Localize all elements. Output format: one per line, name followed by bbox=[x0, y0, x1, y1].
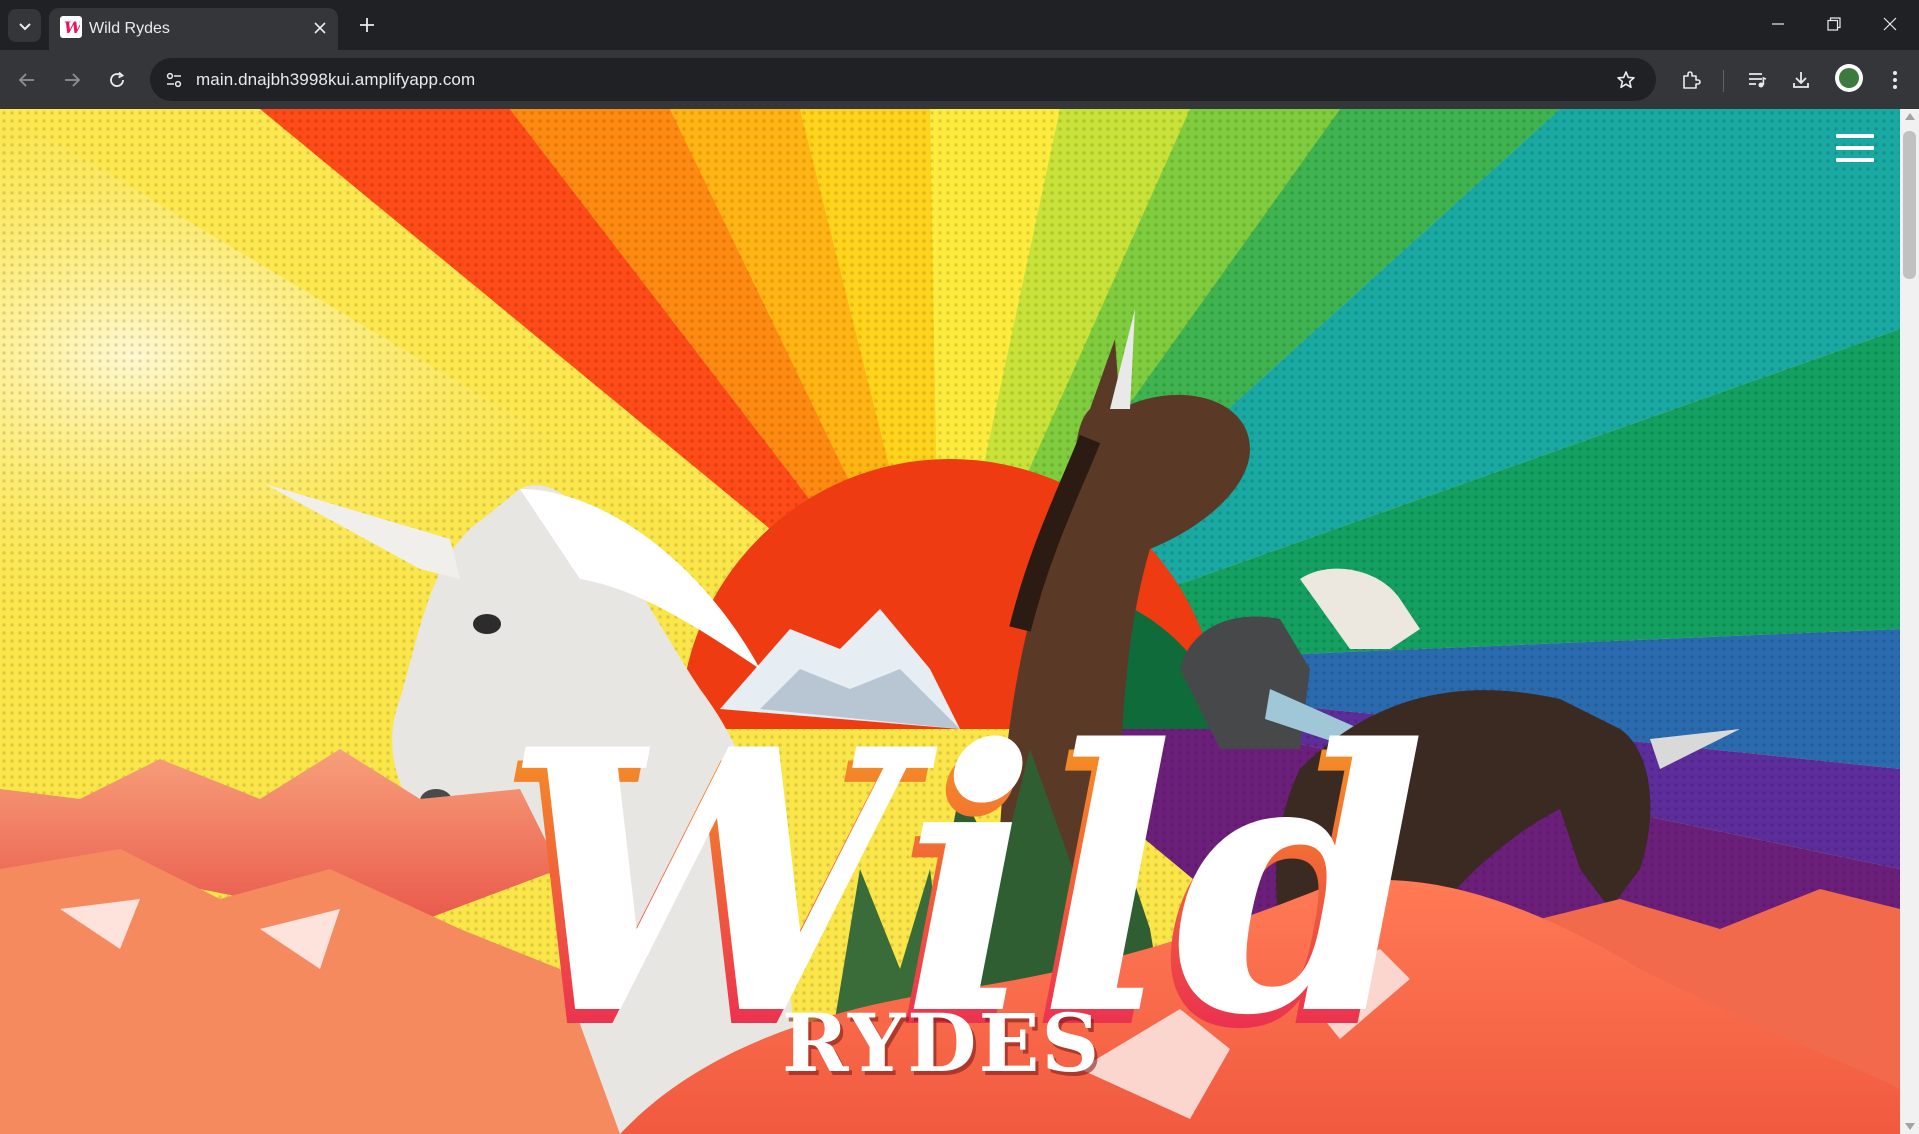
forward-button[interactable] bbox=[55, 63, 89, 97]
tune-icon bbox=[166, 72, 182, 88]
scroll-up-icon[interactable] bbox=[1905, 113, 1915, 120]
toolbar-divider bbox=[1723, 70, 1724, 92]
svg-text:W: W bbox=[64, 18, 80, 36]
bookmark-button[interactable] bbox=[1610, 64, 1642, 96]
url-text[interactable]: main.dnajbh3998kui.amplifyapp.com bbox=[196, 70, 475, 90]
avatar-image bbox=[1839, 68, 1859, 88]
tab-close-button[interactable] bbox=[308, 16, 332, 40]
close-icon bbox=[314, 22, 326, 34]
address-bar[interactable]: main.dnajbh3998kui.amplifyapp.com bbox=[150, 58, 1656, 101]
playlist-icon bbox=[1749, 73, 1767, 88]
hero-illustration: Wild Wild bbox=[0, 109, 1900, 1134]
close-window-button[interactable] bbox=[1867, 5, 1913, 43]
downloads-button[interactable] bbox=[1784, 63, 1818, 97]
arrow-right-icon bbox=[65, 73, 81, 87]
tab-search-button[interactable] bbox=[8, 9, 41, 42]
restore-icon bbox=[1827, 17, 1841, 31]
reload-button[interactable] bbox=[100, 63, 134, 97]
more-vertical-icon bbox=[1893, 71, 1897, 89]
page-scrollbar[interactable] bbox=[1900, 109, 1919, 1134]
media-controls-button[interactable] bbox=[1740, 63, 1774, 97]
arrow-left-icon bbox=[18, 73, 34, 87]
back-button[interactable] bbox=[10, 63, 44, 97]
new-tab-button[interactable] bbox=[352, 10, 382, 40]
site-info-button[interactable] bbox=[158, 64, 190, 96]
puzzle-icon bbox=[1683, 71, 1701, 89]
chevron-down-icon bbox=[18, 22, 31, 30]
browser-tab-active[interactable]: W Wild Rydes bbox=[49, 8, 338, 50]
page-viewport: Wild Wild bbox=[0, 109, 1900, 1134]
scroll-down-icon[interactable] bbox=[1905, 1123, 1915, 1130]
extensions-button[interactable] bbox=[1674, 63, 1708, 97]
star-icon bbox=[1617, 71, 1635, 89]
hamburger-menu-button[interactable] bbox=[1836, 134, 1874, 164]
browser-tab-strip: W Wild Rydes bbox=[0, 0, 1919, 50]
reload-icon bbox=[110, 71, 125, 87]
restore-button[interactable] bbox=[1811, 5, 1857, 43]
wild-rydes-favicon-icon: W bbox=[60, 16, 82, 38]
minimize-button[interactable] bbox=[1755, 5, 1801, 43]
scroll-thumb[interactable] bbox=[1903, 131, 1916, 279]
browser-menu-button[interactable] bbox=[1878, 63, 1912, 97]
profile-avatar[interactable] bbox=[1835, 64, 1863, 92]
rydes-logo-text: RYDES bbox=[782, 996, 1102, 1090]
download-icon bbox=[1793, 72, 1809, 88]
close-icon bbox=[1883, 17, 1897, 31]
minimize-icon bbox=[1772, 23, 1784, 25]
tab-title: Wild Rydes bbox=[89, 20, 170, 37]
plus-icon bbox=[360, 18, 374, 32]
browser-toolbar: main.dnajbh3998kui.amplifyapp.com bbox=[0, 50, 1919, 109]
